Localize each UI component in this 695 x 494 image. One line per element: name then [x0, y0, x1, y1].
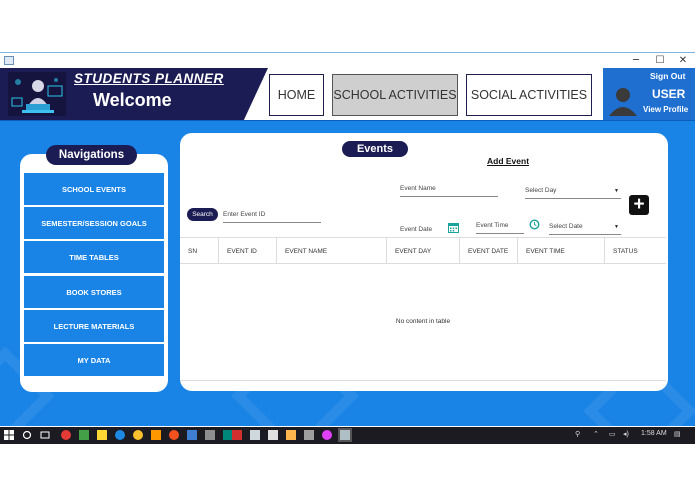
active-app-icon[interactable]: [338, 428, 352, 442]
nav-item-school-events[interactable]: SCHOOL EVENTS: [24, 173, 164, 205]
vlc-icon[interactable]: [151, 430, 161, 440]
network-icon[interactable]: ▭: [609, 430, 616, 438]
app-icon[interactable]: [205, 430, 215, 440]
add-event-link[interactable]: Add Event: [487, 156, 529, 166]
user-avatar-icon: [609, 88, 637, 116]
student-laptop-icon: [8, 72, 66, 116]
app-icon[interactable]: [79, 430, 89, 440]
navigation-title: Navigations: [46, 145, 137, 165]
event-id-placeholder: Enter Event ID: [223, 211, 266, 218]
column-header-status[interactable]: STATUS: [605, 238, 666, 264]
windows-start-icon[interactable]: [4, 430, 14, 440]
column-header-sn[interactable]: SN: [180, 238, 219, 264]
people-icon[interactable]: ⚲: [575, 430, 580, 438]
empty-table-message: No content in table: [395, 318, 451, 325]
select-day-dropdown[interactable]: Select Day ▼: [525, 185, 621, 199]
chevron-down-icon: ▼: [614, 224, 619, 230]
firefox-icon[interactable]: [169, 430, 179, 440]
navigation-panel: SCHOOL EVENTS SEMESTER/SESSION GOALS TIM…: [20, 154, 168, 392]
event-time-placeholder: Event Time: [476, 222, 509, 229]
user-panel: Sign Out USER View Profile: [603, 68, 695, 120]
view-profile-link[interactable]: View Profile: [643, 105, 688, 114]
event-date-field[interactable]: Event Date: [400, 224, 444, 238]
nav-item-time-tables[interactable]: TIME TABLES: [24, 241, 164, 273]
app-icon[interactable]: [322, 430, 332, 440]
tab-school-activities[interactable]: SCHOOL ACTIVITIES: [332, 74, 458, 116]
app-icon: [4, 56, 14, 65]
maximize-button[interactable]: ☐: [648, 54, 672, 67]
events-title: Events: [342, 141, 408, 157]
select-date-placeholder: Select Date: [549, 223, 583, 230]
close-button[interactable]: ✕: [671, 54, 695, 67]
welcome-heading: Welcome: [93, 90, 172, 110]
edge-icon[interactable]: [115, 430, 125, 440]
chevron-down-icon: ▼: [614, 188, 619, 194]
nav-item-book-stores[interactable]: BOOK STORES: [24, 276, 164, 308]
main-content: Navigations SCHOOL EVENTS SEMESTER/SESSI…: [0, 120, 695, 468]
nav-item-lecture-materials[interactable]: LECTURE MATERIALS: [24, 310, 164, 342]
user-name: USER: [652, 87, 686, 101]
app-icon[interactable]: [187, 430, 197, 440]
chrome-icon[interactable]: [133, 430, 143, 440]
task-view-icon[interactable]: [40, 430, 50, 440]
nav-item-semester-goals[interactable]: SEMESTER/SESSION GOALS: [24, 207, 164, 239]
clock-icon[interactable]: [529, 219, 540, 230]
folder-icon[interactable]: [97, 430, 107, 440]
brand-title: STUDENTS PLANNER: [74, 71, 224, 86]
search-button[interactable]: Search: [187, 208, 218, 221]
table-header: SN EVENT ID EVENT NAME EVENT DAY EVENT D…: [180, 238, 666, 264]
event-time-field[interactable]: Event Time: [476, 220, 524, 234]
add-event-button[interactable]: +: [629, 195, 649, 215]
column-header-event-date[interactable]: EVENT DATE: [460, 238, 518, 264]
column-header-event-name[interactable]: EVENT NAME: [277, 238, 387, 264]
minimize-button[interactable]: ─: [624, 54, 648, 67]
app-icon[interactable]: [286, 430, 296, 440]
app-icon[interactable]: [268, 430, 278, 440]
pdf-icon[interactable]: [232, 430, 242, 440]
table-footer-line: [180, 380, 666, 381]
brand-banner: STUDENTS PLANNER Welcome: [0, 68, 268, 120]
select-date-dropdown[interactable]: Select Date ▼: [549, 221, 621, 235]
app-icon[interactable]: [304, 430, 314, 440]
event-name-placeholder: Event Name: [400, 185, 436, 192]
tab-social-activities[interactable]: SOCIAL ACTIVITIES: [466, 74, 592, 116]
app-header: STUDENTS PLANNER Welcome HOME SCHOOL ACT…: [0, 68, 695, 120]
column-header-event-id[interactable]: EVENT ID: [219, 238, 277, 264]
sign-out-link[interactable]: Sign Out: [650, 71, 685, 81]
notification-icon[interactable]: ▤: [674, 430, 681, 438]
taskbar-clock[interactable]: 1:58 AM: [641, 430, 667, 437]
event-id-field[interactable]: Enter Event ID: [223, 209, 321, 223]
windows-taskbar: ⚲ ⌃ ▭ ◂) 1:58 AM ▤: [0, 427, 695, 444]
volume-icon[interactable]: ◂): [623, 430, 629, 438]
tab-home[interactable]: HOME: [269, 74, 324, 116]
event-name-field[interactable]: Event Name: [400, 183, 498, 197]
column-header-event-day[interactable]: EVENT DAY: [387, 238, 460, 264]
chevron-up-icon[interactable]: ⌃: [593, 430, 599, 438]
mail-icon[interactable]: [250, 430, 260, 440]
nav-item-my-data[interactable]: MY DATA: [24, 344, 164, 376]
events-panel: Events Add Event Event Name Select Day ▼…: [180, 133, 668, 391]
column-header-event-time[interactable]: EVENT TIME: [518, 238, 605, 264]
calendar-icon[interactable]: [448, 222, 459, 233]
select-day-placeholder: Select Day: [525, 187, 557, 194]
search-icon[interactable]: [22, 430, 32, 440]
event-date-placeholder: Event Date: [400, 226, 433, 233]
opera-icon[interactable]: [61, 430, 71, 440]
events-table: SN EVENT ID EVENT NAME EVENT DAY EVENT D…: [180, 237, 666, 381]
window-titlebar: ─ ☐ ✕: [0, 52, 695, 68]
